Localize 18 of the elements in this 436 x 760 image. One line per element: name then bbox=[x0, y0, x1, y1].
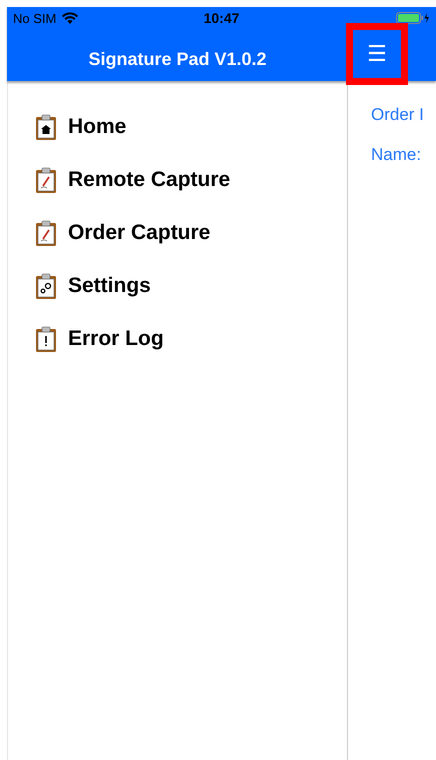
pen-clipboard-icon bbox=[34, 219, 58, 247]
menu-item[interactable]: Settings bbox=[68, 274, 151, 298]
battery-icon bbox=[396, 12, 430, 24]
menu-item[interactable]: Error Log bbox=[68, 327, 164, 351]
wifi-icon bbox=[62, 12, 78, 24]
menu-item[interactable]: Remote Capture bbox=[68, 168, 230, 192]
carrier-label: No SIM bbox=[13, 10, 56, 26]
field-label: Order I bbox=[371, 105, 425, 125]
clock-time: 10:47 bbox=[204, 10, 240, 26]
menu-item[interactable]: Home bbox=[68, 115, 126, 139]
menu-item[interactable]: Order Capture bbox=[68, 221, 210, 245]
menu-button[interactable]: ☰ bbox=[346, 23, 408, 85]
app-title: Signature Pad V1.0.2 bbox=[87, 48, 268, 70]
pen-clipboard-icon bbox=[34, 166, 58, 194]
alert-clipboard-icon bbox=[34, 325, 58, 353]
gear-clipboard-icon bbox=[34, 272, 58, 300]
home-clipboard-icon bbox=[34, 113, 58, 141]
field-label: Name: bbox=[371, 145, 422, 165]
